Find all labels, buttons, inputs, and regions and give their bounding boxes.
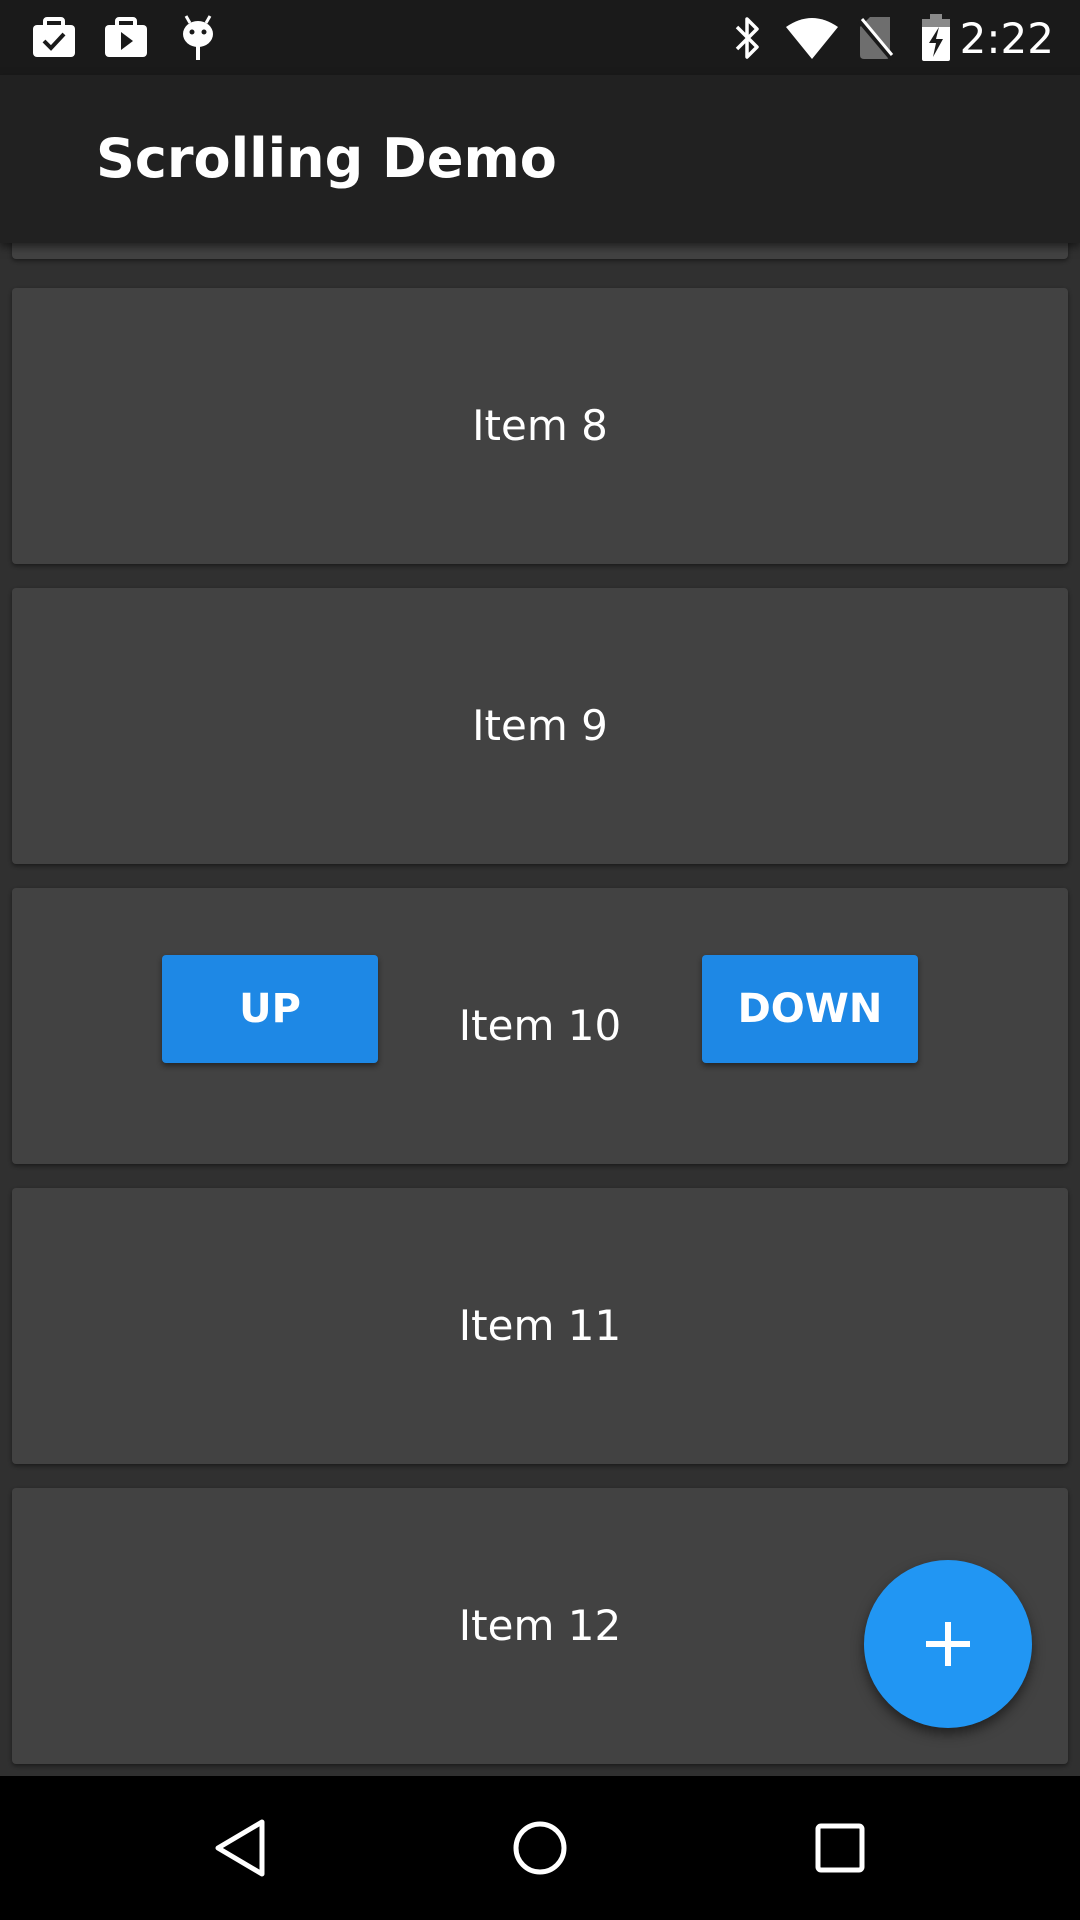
android-debug-icon [174, 0, 222, 75]
list-item-label: Item 8 [472, 401, 608, 450]
bluetooth-icon [728, 0, 768, 75]
down-button[interactable]: DOWN [702, 955, 918, 1063]
back-button[interactable] [160, 1776, 320, 1920]
home-icon [513, 1821, 567, 1875]
home-button[interactable] [460, 1776, 620, 1920]
battery-charging-icon [914, 0, 958, 75]
recents-button[interactable] [760, 1776, 920, 1920]
list-item[interactable]: Item 11 [12, 1188, 1068, 1464]
up-button[interactable]: UP [162, 955, 378, 1063]
recents-icon [815, 1823, 865, 1873]
item-list[interactable]: Item 8 Item 9 Item 10 UP DOWN Item 11 It… [0, 243, 1080, 1776]
briefcase-play-icon [102, 0, 150, 75]
list-item[interactable]: Item 10 UP DOWN [12, 888, 1068, 1164]
no-sim-icon [854, 0, 898, 75]
status-time: 2:22 [959, 14, 1054, 63]
list-item[interactable] [12, 243, 1068, 259]
status-bar: 2:22 [0, 0, 1080, 75]
wifi-icon [782, 0, 842, 75]
list-item-label: Item 9 [472, 701, 608, 750]
screen: 2:22 Scrolling Demo Item 8 Item 9 Item 1… [0, 0, 1080, 1920]
briefcase-check-icon [30, 0, 78, 75]
list-item-label: Item 11 [458, 1301, 622, 1350]
page-title: Scrolling Demo [96, 127, 557, 190]
list-item[interactable]: Item 9 [12, 588, 1068, 864]
app-bar: Scrolling Demo [0, 75, 1080, 243]
add-fab-button[interactable] [864, 1560, 1032, 1728]
list-item[interactable]: Item 8 [12, 288, 1068, 564]
back-icon [215, 1819, 265, 1877]
plus-icon [926, 1622, 970, 1666]
list-item-label [12, 243, 1068, 259]
navigation-bar [0, 1776, 1080, 1920]
